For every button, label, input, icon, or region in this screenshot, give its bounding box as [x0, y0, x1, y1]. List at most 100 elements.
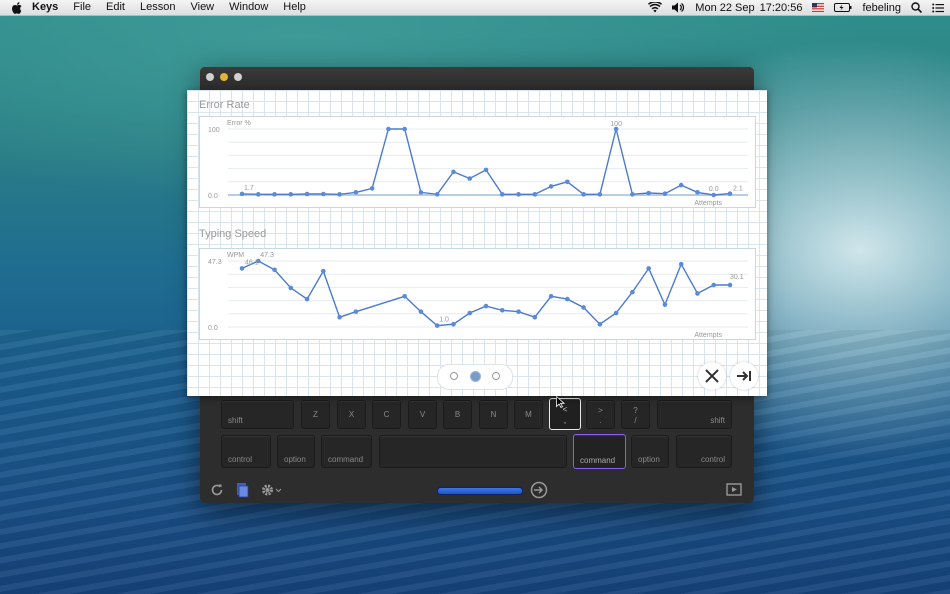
apple-icon[interactable]: [10, 1, 24, 14]
data-point: [304, 296, 310, 302]
data-point: [646, 190, 651, 196]
key-slash[interactable]: ? /: [621, 400, 650, 429]
minimize-window-button[interactable]: [220, 73, 228, 81]
menu-lesson[interactable]: Lesson: [140, 0, 175, 15]
data-point: [646, 266, 651, 271]
key-command-right[interactable]: command: [573, 434, 626, 469]
restart-icon[interactable]: [210, 483, 224, 502]
close-icon: [705, 369, 719, 383]
data-point: [239, 266, 245, 271]
flag-icon[interactable]: [812, 3, 825, 12]
data-point: [678, 261, 684, 267]
data-point: [288, 285, 294, 291]
key-n[interactable]: N: [479, 400, 508, 429]
volume-icon[interactable]: [672, 2, 685, 13]
data-point: [467, 310, 473, 316]
continue-button[interactable]: [730, 362, 758, 390]
spotlight-icon[interactable]: [911, 2, 922, 13]
data-point: [532, 314, 538, 320]
settings-gear-icon[interactable]: [260, 482, 282, 503]
data-point: [369, 186, 375, 191]
data-point: [630, 289, 635, 295]
mouse-cursor-icon: [556, 395, 566, 413]
data-point: [434, 323, 440, 328]
lesson-book-icon[interactable]: [235, 482, 249, 503]
menu-date[interactable]: Mon 22 Sep: [695, 2, 754, 14]
progress-bar: [437, 487, 523, 495]
data-label-low: 0.0: [709, 186, 719, 193]
error-rate-plot: 100 0.0 Error % Attempts 1.7 100 0.0 2.1: [208, 120, 748, 207]
data-point: [597, 192, 603, 197]
x-axis-label: Attempts: [694, 332, 722, 339]
key-option-left[interactable]: option: [277, 435, 315, 468]
data-point: [321, 268, 326, 274]
key-c[interactable]: C: [372, 400, 401, 429]
page-dot-1[interactable]: [450, 372, 458, 380]
data-point: [581, 305, 586, 310]
key-x[interactable]: X: [337, 400, 366, 429]
title-bar[interactable]: [200, 67, 754, 89]
key-z[interactable]: Z: [301, 400, 330, 429]
key-command-left[interactable]: command: [321, 435, 372, 468]
menu-help[interactable]: Help: [283, 0, 306, 15]
notification-icon[interactable]: [932, 3, 944, 13]
data-point: [662, 302, 668, 307]
key-control-left[interactable]: control: [221, 435, 271, 468]
presentation-icon[interactable]: [726, 483, 742, 502]
data-label-low: 1.0: [439, 317, 449, 324]
page-dot-2[interactable]: [470, 371, 481, 382]
menu-edit[interactable]: Edit: [106, 0, 125, 15]
close-stats-button[interactable]: [698, 362, 726, 390]
next-arrow-icon[interactable]: [530, 481, 548, 503]
zoom-window-button[interactable]: [234, 73, 242, 81]
menu-app-name[interactable]: Keys: [32, 0, 58, 15]
menu-file[interactable]: File: [73, 0, 91, 15]
close-window-button[interactable]: [206, 73, 214, 81]
data-point: [418, 309, 424, 314]
data-point: [727, 191, 733, 196]
tab-arrow-icon: [737, 371, 751, 381]
data-label-peak: 100: [610, 121, 622, 128]
battery-icon[interactable]: [834, 3, 852, 12]
data-point: [597, 321, 603, 327]
data-point: [402, 294, 407, 299]
data-point: [467, 176, 473, 181]
series-line: [241, 128, 731, 196]
key-comma[interactable]: <,: [549, 398, 581, 430]
key-b[interactable]: B: [443, 400, 472, 429]
typing-speed-title: Typing Speed: [199, 228, 267, 240]
menu-bar: Keys File Edit Lesson View Window Help M…: [0, 0, 950, 16]
x-axis-label: Attempts: [694, 200, 722, 207]
data-point: [548, 184, 554, 189]
key-shift-right[interactable]: shift: [657, 400, 732, 429]
data-point: [304, 191, 310, 197]
menu-window[interactable]: Window: [229, 0, 268, 15]
menu-user[interactable]: febeling: [862, 2, 901, 14]
series-line: [241, 260, 730, 327]
key-option-right[interactable]: option: [631, 435, 669, 468]
data-point: [581, 192, 586, 197]
key-v[interactable]: V: [408, 400, 437, 429]
data-point: [516, 309, 521, 314]
key-shift-left[interactable]: shift: [221, 400, 294, 429]
menu-time[interactable]: 17:20:56: [760, 2, 803, 14]
data-point: [337, 192, 342, 197]
data-point: [695, 291, 700, 296]
key-space[interactable]: [379, 435, 567, 468]
menu-view[interactable]: View: [190, 0, 214, 15]
y-axis-label: WPM: [227, 252, 244, 259]
data-point: [451, 169, 456, 175]
page-dot-3[interactable]: [492, 372, 500, 380]
data-point: [727, 282, 733, 288]
data-label-peak: 47.3: [260, 252, 274, 259]
data-point: [483, 167, 489, 173]
data-point: [711, 192, 717, 198]
key-period[interactable]: >.: [586, 400, 615, 429]
data-point: [353, 190, 359, 195]
data-point: [239, 191, 245, 197]
wifi-icon[interactable]: [648, 2, 663, 13]
progress-fill: [438, 488, 522, 494]
data-point: [321, 191, 326, 197]
key-m[interactable]: M: [514, 400, 543, 429]
key-control-right[interactable]: control: [676, 435, 732, 468]
